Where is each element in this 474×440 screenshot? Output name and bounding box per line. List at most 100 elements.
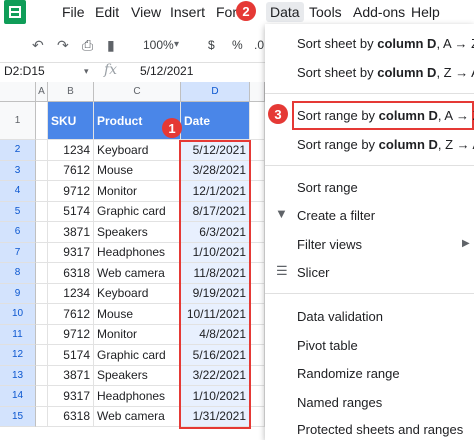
empty-cell[interactable]: [250, 324, 265, 345]
menu-item-sort-range-za[interactable]: Sort range by column D, Z → A: [297, 137, 474, 152]
table-cell[interactable]: 1/31/2021: [181, 406, 250, 427]
row-header[interactable]: 6: [0, 222, 36, 243]
table-cell[interactable]: 10/11/2021: [181, 304, 250, 325]
table-cell[interactable]: 3871: [48, 222, 94, 243]
table-cell[interactable]: 1234: [48, 140, 94, 161]
table-cell[interactable]: 3871: [48, 365, 94, 386]
column-header-d[interactable]: D: [181, 82, 250, 102]
empty-cell[interactable]: [250, 181, 265, 202]
menu-insert[interactable]: Insert: [170, 4, 205, 20]
row-header[interactable]: 9: [0, 283, 36, 304]
empty-cell[interactable]: [250, 102, 265, 140]
table-cell[interactable]: Monitor: [94, 324, 181, 345]
menu-item-randomize-range[interactable]: Randomize range: [297, 366, 400, 381]
menu-item-sort-range[interactable]: Sort range: [297, 180, 358, 195]
currency-button[interactable]: $: [208, 38, 215, 52]
empty-cell[interactable]: [250, 263, 265, 284]
table-cell[interactable]: 1/10/2021: [181, 242, 250, 263]
table-cell[interactable]: 1234: [48, 283, 94, 304]
empty-cell[interactable]: [36, 304, 48, 325]
empty-cell[interactable]: [36, 181, 48, 202]
table-cell[interactable]: Headphones: [94, 242, 181, 263]
table-cell[interactable]: 6318: [48, 263, 94, 284]
table-cell[interactable]: Mouse: [94, 304, 181, 325]
empty-cell[interactable]: [36, 386, 48, 407]
redo-icon[interactable]: ↷: [57, 37, 69, 54]
table-cell[interactable]: 9712: [48, 181, 94, 202]
menu-data[interactable]: Data: [266, 2, 304, 22]
table-cell[interactable]: Web camera: [94, 406, 181, 427]
paint-format-icon[interactable]: ▮: [107, 37, 115, 54]
print-icon[interactable]: ⎙: [82, 37, 93, 54]
table-cell[interactable]: Speakers: [94, 365, 181, 386]
empty-cell[interactable]: [250, 140, 265, 161]
empty-cell[interactable]: [250, 304, 265, 325]
menu-item-slicer[interactable]: Slicer: [297, 265, 330, 280]
table-cell[interactable]: 6/3/2021: [181, 222, 250, 243]
row-header[interactable]: 5: [0, 201, 36, 222]
table-cell[interactable]: 1/10/2021: [181, 386, 250, 407]
name-box[interactable]: D2:D15: [4, 64, 45, 78]
percent-button[interactable]: %: [232, 38, 243, 52]
empty-cell[interactable]: [36, 283, 48, 304]
chevron-down-icon[interactable]: ▾: [174, 39, 179, 50]
empty-cell[interactable]: [36, 365, 48, 386]
table-cell[interactable]: 9712: [48, 324, 94, 345]
menu-view[interactable]: View: [131, 4, 161, 20]
table-cell[interactable]: Web camera: [94, 263, 181, 284]
table-cell[interactable]: Headphones: [94, 386, 181, 407]
row-header[interactable]: 8: [0, 263, 36, 284]
menu-item-sort-sheet-az[interactable]: Sort sheet by column D, A → Z: [297, 36, 474, 51]
empty-cell[interactable]: [36, 160, 48, 181]
empty-cell[interactable]: [250, 386, 265, 407]
table-cell[interactable]: Graphic card: [94, 201, 181, 222]
row-header[interactable]: 7: [0, 242, 36, 263]
table-cell[interactable]: Monitor: [94, 181, 181, 202]
empty-cell[interactable]: [250, 242, 265, 263]
menu-edit[interactable]: Edit: [95, 4, 119, 20]
empty-cell[interactable]: [36, 140, 48, 161]
row-header[interactable]: 1: [0, 102, 36, 140]
empty-cell[interactable]: [36, 222, 48, 243]
table-cell[interactable]: Speakers: [94, 222, 181, 243]
menu-item-sort-sheet-za[interactable]: Sort sheet by column D, Z → A: [297, 65, 474, 80]
row-header[interactable]: 10: [0, 304, 36, 325]
table-cell[interactable]: 11/8/2021: [181, 263, 250, 284]
row-header[interactable]: 3: [0, 160, 36, 181]
empty-cell[interactable]: [36, 242, 48, 263]
table-cell[interactable]: 9317: [48, 386, 94, 407]
table-cell[interactable]: 6318: [48, 406, 94, 427]
empty-cell[interactable]: [36, 201, 48, 222]
table-header-cell[interactable]: SKU: [48, 102, 94, 140]
menu-item-sort-range-az[interactable]: Sort range by column D, A → Z: [297, 108, 474, 123]
row-header[interactable]: 15: [0, 406, 36, 427]
empty-cell[interactable]: [250, 345, 265, 366]
empty-cell[interactable]: [36, 324, 48, 345]
table-cell[interactable]: 8/17/2021: [181, 201, 250, 222]
menu-file[interactable]: File: [62, 4, 85, 20]
menu-item-named-ranges[interactable]: Named ranges: [297, 395, 382, 410]
row-header[interactable]: 14: [0, 386, 36, 407]
empty-cell[interactable]: [36, 345, 48, 366]
row-header[interactable]: 11: [0, 324, 36, 345]
empty-cell[interactable]: [36, 406, 48, 427]
table-cell[interactable]: 3/28/2021: [181, 160, 250, 181]
table-header-cell[interactable]: Date: [181, 102, 250, 140]
menu-item-pivot-table[interactable]: Pivot table: [297, 338, 358, 353]
empty-cell[interactable]: [36, 102, 48, 140]
table-cell[interactable]: 9/19/2021: [181, 283, 250, 304]
empty-cell[interactable]: [250, 160, 265, 181]
zoom-select[interactable]: 100%: [143, 38, 174, 52]
table-cell[interactable]: 5/16/2021: [181, 345, 250, 366]
select-all-corner[interactable]: [0, 82, 36, 102]
table-cell[interactable]: 3/22/2021: [181, 365, 250, 386]
menu-item-filter-views[interactable]: Filter views: [297, 237, 362, 252]
row-header[interactable]: 13: [0, 365, 36, 386]
sheets-logo-icon[interactable]: [4, 0, 26, 24]
table-cell[interactable]: Keyboard: [94, 140, 181, 161]
menu-item-data-validation[interactable]: Data validation: [297, 309, 383, 324]
table-cell[interactable]: Graphic card: [94, 345, 181, 366]
menu-addons[interactable]: Add-ons: [353, 4, 405, 20]
table-cell[interactable]: 5174: [48, 201, 94, 222]
table-cell[interactable]: 5174: [48, 345, 94, 366]
